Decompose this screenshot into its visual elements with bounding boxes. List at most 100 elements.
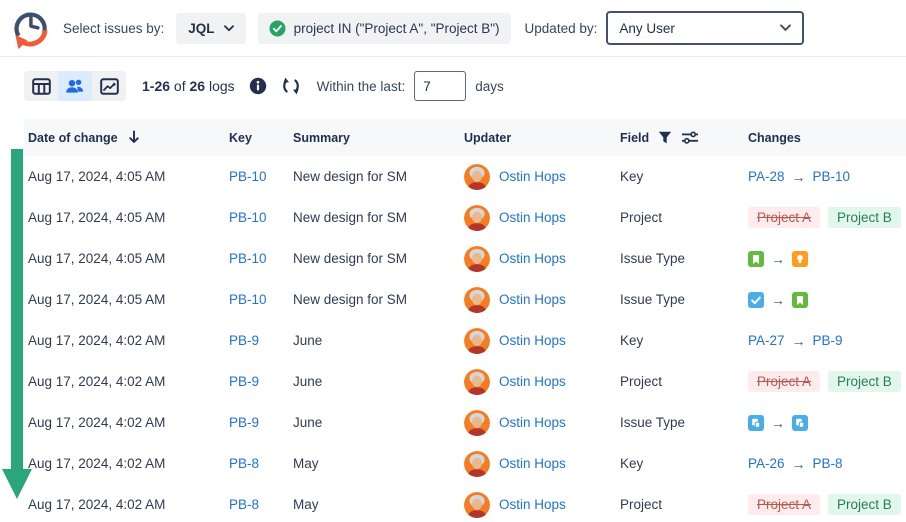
avatar xyxy=(464,287,490,313)
chart-view-button[interactable] xyxy=(92,71,126,101)
change-to-link[interactable]: PB-9 xyxy=(813,333,843,348)
updater-link[interactable]: Ostin Hops xyxy=(499,169,566,184)
field-settings-icon[interactable] xyxy=(681,131,699,144)
refresh-icon xyxy=(281,76,301,96)
column-header-key[interactable]: Key xyxy=(229,131,293,145)
column-header-updater[interactable]: Updater xyxy=(464,131,620,145)
change-from-link[interactable]: PA-28 xyxy=(748,169,785,184)
change-arrow-icon: → xyxy=(792,456,806,472)
jql-query-field[interactable]: project IN ("Project A", "Project B") xyxy=(258,13,511,44)
jql-mode-button[interactable]: JQL xyxy=(176,13,245,44)
changes-cell: PA-27→PB-9 xyxy=(748,333,906,349)
column-header-summary-label: Summary xyxy=(293,131,350,145)
app-logo-icon xyxy=(7,5,53,51)
avatar xyxy=(464,205,490,231)
avatar xyxy=(464,492,490,518)
issue-key-link[interactable]: PB-9 xyxy=(229,374,259,389)
updater-link[interactable]: Ostin Hops xyxy=(499,210,566,225)
issue-summary: New design for SM xyxy=(293,210,464,225)
column-header-summary[interactable]: Summary xyxy=(293,131,464,145)
table-row: Aug 17, 2024, 4:02 AM PB-8 May Ostin Hop… xyxy=(24,484,906,522)
change-to-link[interactable]: PB-10 xyxy=(813,169,851,184)
people-view-button[interactable] xyxy=(58,71,92,101)
column-header-field[interactable]: Field xyxy=(620,131,748,145)
days-input[interactable] xyxy=(414,71,466,101)
field-name: Issue Type xyxy=(620,251,748,266)
issue-summary: New design for SM xyxy=(293,251,464,266)
bulb-icon xyxy=(792,251,808,267)
info-button[interactable] xyxy=(249,77,267,95)
change-from-link[interactable]: PA-27 xyxy=(748,333,785,348)
updater-link[interactable]: Ostin Hops xyxy=(499,497,566,512)
change-from-link[interactable]: PA-26 xyxy=(748,456,785,471)
change-arrow-icon: → xyxy=(771,292,785,308)
date-of-change: Aug 17, 2024, 4:02 AM xyxy=(24,456,229,471)
change-to-link[interactable]: PB-8 xyxy=(813,456,843,471)
history-table: Date of change Key Summary Updater Field xyxy=(24,119,906,522)
updater-link[interactable]: Ostin Hops xyxy=(499,333,566,348)
changes-cell: → xyxy=(748,251,906,267)
topbar: Select issues by: JQL project IN ("Proje… xyxy=(0,0,906,57)
issue-key-link[interactable]: PB-9 xyxy=(229,333,259,348)
date-of-change: Aug 17, 2024, 4:05 AM xyxy=(24,210,229,225)
column-header-changes-label: Changes xyxy=(748,131,801,145)
toolbar: 1-26 of 26 logs Within the last: days xyxy=(24,65,906,107)
updater-link[interactable]: Ostin Hops xyxy=(499,415,566,430)
table-row: Aug 17, 2024, 4:02 AM PB-9 June Ostin Ho… xyxy=(24,402,906,443)
column-header-updater-label: Updater xyxy=(464,131,511,145)
avatar xyxy=(464,328,490,354)
date-of-change: Aug 17, 2024, 4:05 AM xyxy=(24,292,229,307)
table-row: Aug 17, 2024, 4:05 AM PB-10 New design f… xyxy=(24,238,906,279)
updater-link[interactable]: Ostin Hops xyxy=(499,456,566,471)
old-value-badge: Project A xyxy=(748,371,820,392)
updater-link[interactable]: Ostin Hops xyxy=(499,374,566,389)
issue-summary: New design for SM xyxy=(293,169,464,184)
changes-cell: → xyxy=(748,292,906,308)
refresh-button[interactable] xyxy=(281,76,301,96)
subtask-icon xyxy=(748,415,764,431)
table-row: Aug 17, 2024, 4:02 AM PB-9 June Ostin Ho… xyxy=(24,320,906,361)
issue-key-link[interactable]: PB-10 xyxy=(229,169,267,184)
issue-key-link[interactable]: PB-10 xyxy=(229,251,267,266)
filter-icon[interactable] xyxy=(658,131,672,144)
issue-key-link[interactable]: PB-9 xyxy=(229,415,259,430)
people-icon xyxy=(65,78,85,94)
field-name: Project xyxy=(620,497,748,512)
within-last-label: Within the last: xyxy=(317,79,406,94)
table-body: Aug 17, 2024, 4:05 AM PB-10 New design f… xyxy=(24,156,906,522)
avatar xyxy=(464,369,490,395)
subtask-icon xyxy=(792,415,808,431)
logs-count: 1-26 of 26 logs xyxy=(142,78,235,94)
jql-query-text: project IN ("Project A", "Project B") xyxy=(294,21,500,36)
issue-key-link[interactable]: PB-10 xyxy=(229,210,267,225)
updater-link[interactable]: Ostin Hops xyxy=(499,292,566,307)
change-arrow-icon: → xyxy=(792,169,806,185)
column-header-changes[interactable]: Changes xyxy=(748,131,906,145)
changes-cell: PA-26 → PB-8 xyxy=(748,456,906,472)
field-name: Key xyxy=(620,333,748,348)
date-of-change: Aug 17, 2024, 4:05 AM xyxy=(24,251,229,266)
issue-key-link[interactable]: PB-8 xyxy=(229,456,259,471)
changes-cell: Project AProject B xyxy=(748,494,906,515)
changes-cell: Project AProject B xyxy=(748,207,906,228)
change-arrow-icon: → xyxy=(771,251,785,267)
issue-key-link[interactable]: PB-10 xyxy=(229,292,267,307)
issue-key-link[interactable]: PB-8 xyxy=(229,497,259,512)
avatar xyxy=(464,246,490,272)
column-header-date[interactable]: Date of change xyxy=(24,130,229,145)
date-of-change: Aug 17, 2024, 4:02 AM xyxy=(24,374,229,389)
table-view-button[interactable] xyxy=(24,71,58,101)
new-value-badge: Project B xyxy=(828,207,901,228)
sort-desc-icon[interactable] xyxy=(127,130,141,145)
days-suffix-label: days xyxy=(475,79,504,94)
updated-by-value: Any User xyxy=(619,21,675,36)
select-issues-label: Select issues by: xyxy=(63,21,164,36)
updater-link[interactable]: Ostin Hops xyxy=(499,251,566,266)
changes-cell: PA-28 → PB-10 xyxy=(748,169,906,185)
issue-summary: May xyxy=(293,497,464,512)
timeline-arrow-bar xyxy=(11,149,23,469)
line-chart-icon xyxy=(100,78,119,95)
avatar xyxy=(464,164,490,190)
updated-by-select[interactable]: Any User xyxy=(606,11,804,45)
story-icon xyxy=(748,251,764,267)
